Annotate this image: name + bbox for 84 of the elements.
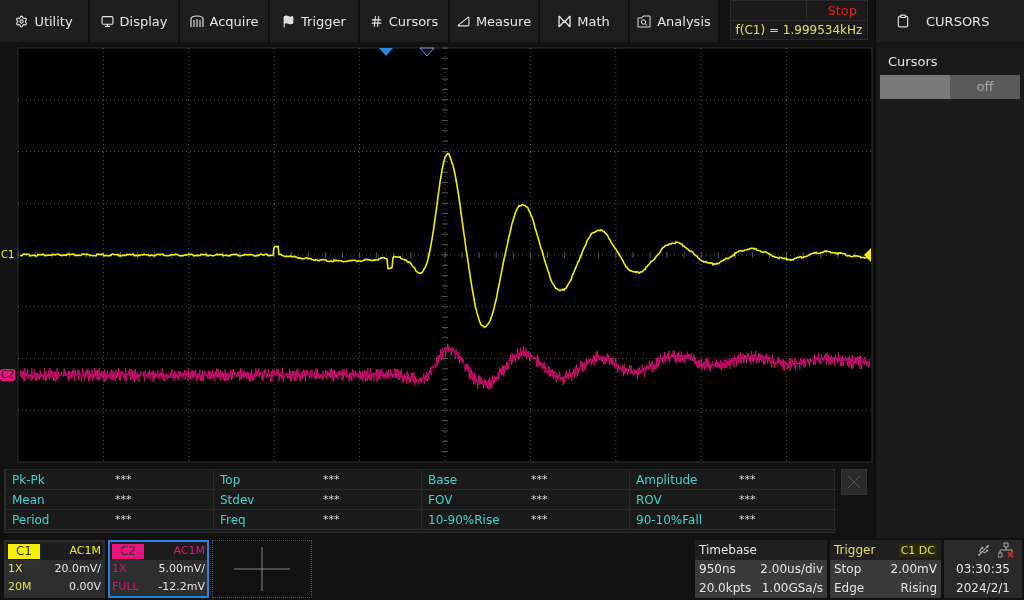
bandwidth-limit: FULL	[112, 579, 139, 595]
menu-button[interactable]: Cursors	[360, 0, 448, 42]
ruler-triangle-icon	[456, 14, 470, 28]
math-icon	[558, 14, 572, 28]
trigger-type: Edge	[834, 580, 865, 597]
probe-ratio: 1X	[8, 561, 23, 577]
measurement-name: Amplitude	[629, 469, 733, 490]
analysis-icon	[637, 14, 652, 28]
trigger-level: 2.00mV	[890, 561, 937, 578]
measurement-name: Mean	[5, 489, 109, 510]
measurement-value: ***	[530, 491, 549, 508]
measurement-name: ROV	[629, 489, 733, 510]
monitor-icon	[100, 14, 114, 28]
measurement-value: ***	[322, 491, 341, 508]
flag-icon	[282, 14, 296, 28]
menu-button[interactable]: Math	[540, 0, 628, 42]
timebase-delay: 950ns	[699, 561, 736, 578]
measurement-value: ***	[322, 471, 341, 488]
channel-card[interactable]: C1 AC1M 1X 20.0mV/ 20M 0.00V	[4, 540, 105, 598]
bandwidth-limit: 20M	[8, 579, 32, 595]
measurement-value: ***	[738, 511, 757, 528]
setting-label: Cursors	[887, 54, 939, 69]
position-marker-icon	[379, 48, 393, 56]
vertical-scale: 5.00mV/	[158, 561, 205, 577]
trigger-level-marker-icon	[864, 248, 871, 262]
memory-depth: 20.0kpts	[699, 580, 752, 597]
plus-icon	[234, 547, 290, 591]
settings-icon	[15, 14, 29, 28]
trace-label: C2	[0, 369, 16, 381]
trigger-card[interactable]: Trigger C1 DC Stop 2.00mV Edge Rising	[830, 540, 941, 598]
channel-coupling: AC1M	[69, 543, 101, 559]
menu-button[interactable]: Measure	[450, 0, 538, 42]
measurement-value: ***	[530, 471, 549, 488]
measurement-value: ***	[322, 511, 341, 528]
trigger-marker-icon	[419, 47, 435, 57]
measurement-value: ***	[530, 511, 549, 528]
menu-button[interactable]: Utility	[0, 0, 88, 42]
vertical-offset: -12.2mV	[158, 579, 205, 595]
measurement-name: 10-90%Rise	[421, 509, 525, 530]
measurement-name: Stdev	[213, 489, 317, 510]
close-button[interactable]	[841, 468, 867, 495]
measurement-name: Period	[5, 509, 109, 530]
measurement-name: Top	[213, 469, 317, 490]
sample-rate: 1.00GSa/s	[761, 580, 823, 597]
menu-button[interactable]: Analysis	[630, 0, 718, 42]
probe-ratio: 1X	[112, 561, 127, 577]
channel-tag: C1	[8, 543, 40, 559]
vertical-scale: 20.0mV/	[54, 561, 101, 577]
trigger-slope: Rising	[900, 580, 937, 597]
vertical-offset: 0.00V	[68, 579, 101, 595]
clock-time: 03:30:35	[956, 561, 1010, 578]
trace-label: C1	[0, 249, 16, 261]
menu-button[interactable]: Acquire	[180, 0, 268, 42]
measurement-value: ***	[114, 471, 133, 488]
measurement-value: ***	[738, 491, 757, 508]
trigger-state: Stop	[834, 561, 862, 578]
measurement-name: Freq	[213, 509, 317, 530]
measurement-value: ***	[114, 491, 133, 508]
frequency-readout: f(C1) = 1.999534kHz	[734, 22, 864, 39]
measurement-name: FOV	[421, 489, 525, 510]
acquire-icon	[189, 14, 204, 28]
add-channel-slot[interactable]	[212, 540, 312, 598]
trigger-source: C1 DC	[898, 543, 937, 557]
clipboard-icon	[896, 14, 910, 28]
measurement-value: ***	[738, 471, 757, 488]
measurement-name: 90-10%Fall	[629, 509, 733, 530]
channel-tag: C2	[112, 543, 144, 559]
timebase-title: Timebase	[699, 541, 757, 559]
measurement-value: ***	[114, 511, 133, 528]
timebase-card[interactable]: Timebase 950ns 2.00us/div 20.0kpts 1.00GSa/s	[695, 540, 827, 598]
network-disconnected-icon	[998, 542, 1014, 558]
menu-button[interactable]: Trigger	[270, 0, 358, 42]
usb-icon	[977, 543, 990, 557]
measurement-name: Pk-Pk	[5, 469, 109, 490]
channel-card[interactable]: C2 AC1M 1X 5.00mV/ FULL -12.2mV	[108, 540, 209, 598]
grid-icon	[369, 14, 383, 28]
measurement-name: Base	[421, 469, 525, 490]
run-state: Stop	[826, 2, 858, 20]
menu-button[interactable]: Display	[90, 0, 178, 42]
trigger-title: Trigger	[834, 541, 876, 559]
channel-coupling: AC1M	[173, 543, 205, 559]
clock-date: 2024/2/1	[956, 580, 1010, 597]
timebase-scale: 2.00us/div	[760, 561, 823, 578]
panel-title: CURSORS	[926, 13, 990, 29]
